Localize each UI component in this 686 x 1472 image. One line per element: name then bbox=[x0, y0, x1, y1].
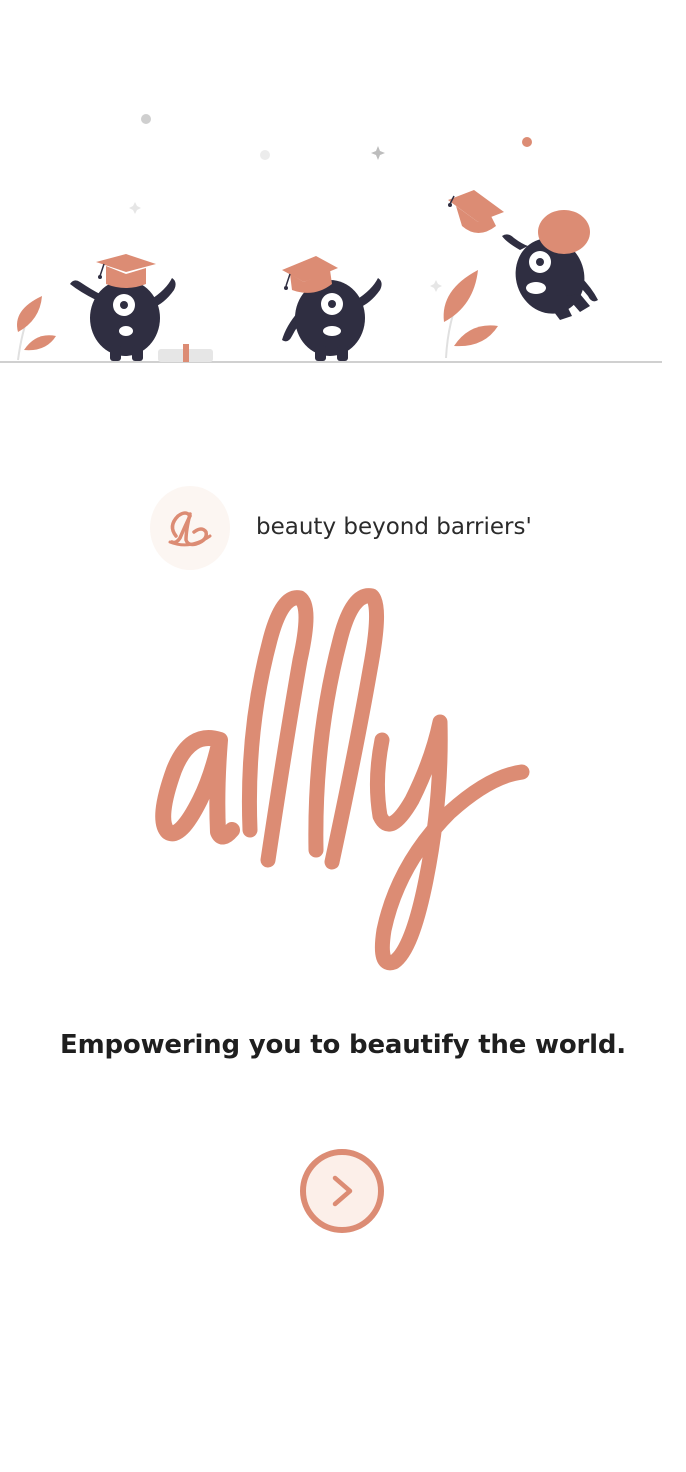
leaf-plant-left bbox=[17, 296, 56, 361]
flying-cap-icon bbox=[448, 190, 504, 233]
brand-logo bbox=[150, 486, 230, 570]
brand-tagline: beauty beyond barriers' bbox=[256, 514, 532, 540]
next-button[interactable] bbox=[300, 1149, 384, 1233]
monogram-icon bbox=[168, 511, 212, 547]
slogan-text: Empowering you to beautify the world. bbox=[60, 1030, 626, 1060]
graduate-character-left bbox=[70, 254, 176, 361]
ally-wordmark-logo bbox=[155, 588, 530, 971]
chevron-right-icon bbox=[332, 1175, 353, 1207]
brand-header: beauty beyond barriers' bbox=[150, 486, 570, 572]
graduate-character-middle bbox=[282, 256, 382, 361]
graduate-character-jumping bbox=[502, 210, 598, 320]
graduation-illustration bbox=[0, 114, 662, 363]
leaf-plant-right bbox=[443, 270, 498, 359]
diploma-icon bbox=[158, 344, 213, 362]
